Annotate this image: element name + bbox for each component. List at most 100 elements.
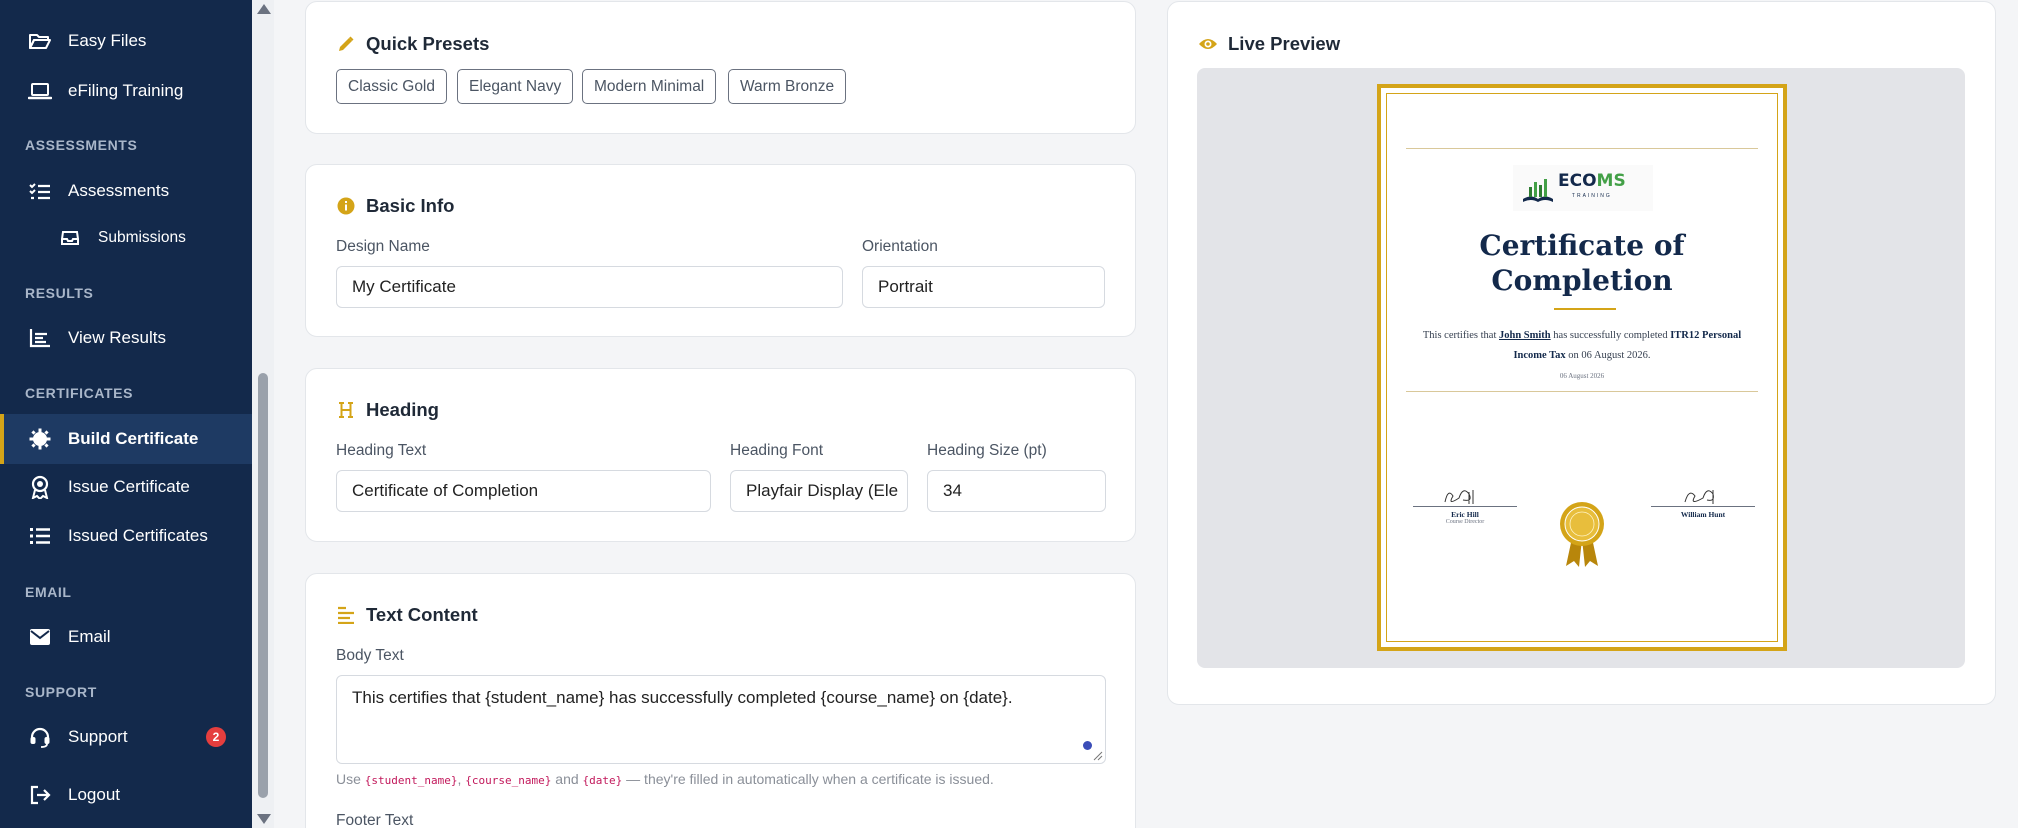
signature-left: Eric Hill Course Director [1413, 486, 1517, 525]
resize-handle-icon[interactable] [1093, 751, 1103, 761]
logo-text-secondary: MS [1596, 170, 1626, 191]
section-label-certificates: CERTIFICATES [25, 385, 134, 401]
sidebar-item-support[interactable]: Support 2 [0, 713, 252, 761]
card-title-text: Basic Info [366, 195, 455, 216]
basic-info-card: Basic Info Design Name My Certificate Or… [305, 164, 1136, 337]
sidebar-item-label: Issue Certificate [68, 477, 190, 496]
info-icon [336, 196, 356, 216]
section-label-support: SUPPORT [25, 684, 97, 700]
heading-size-label: Heading Size (pt) [927, 442, 1047, 459]
laptop-icon [28, 79, 52, 103]
card-heading: Live Preview [1198, 33, 1340, 55]
heading-font-label: Heading Font [730, 442, 824, 459]
signature-role: Course Director [1445, 519, 1485, 525]
sidebar-item-label: eFiling Training [68, 81, 184, 100]
scrollbar-thumb[interactable] [258, 373, 268, 798]
sidebar-item-label: Email [68, 627, 111, 646]
heading-font-select[interactable]: Playfair Display (Ele [730, 470, 908, 512]
preset-warm-bronze-button[interactable]: Warm Bronze [728, 69, 847, 104]
card-heading: Quick Presets [336, 33, 489, 55]
preset-classic-gold-button[interactable]: Classic Gold [336, 69, 447, 104]
scroll-up-arrow-icon[interactable] [257, 4, 271, 14]
card-heading: Text Content [336, 604, 478, 626]
sidebar-item-submissions[interactable]: Submissions [0, 214, 252, 262]
body-text-help: Use {student_name}, {course_name} and {d… [336, 771, 994, 787]
sidebar-item-label: Build Certificate [68, 429, 199, 448]
section-label-assessments: ASSESSMENTS [25, 137, 138, 153]
sidebar-item-label: Easy Files [68, 31, 147, 50]
sidebar-item-label: View Results [68, 328, 166, 347]
certificate-title: Certificate of Completion [1381, 228, 1783, 298]
signature-name: William Hunt [1680, 510, 1726, 519]
help-and: and [555, 771, 579, 787]
list-check-icon [28, 179, 52, 203]
certificate-title-line2: Completion [1491, 264, 1673, 297]
certificate-date: 06 August 2026 [1559, 372, 1605, 380]
bar-chart-icon [28, 326, 52, 350]
award-icon [28, 475, 52, 499]
footer-text-label: Footer Text [336, 812, 414, 828]
body-text-value: This certifies that {student_name} has s… [352, 688, 1013, 707]
sidebar-item-efiling-training[interactable]: eFiling Training [0, 67, 252, 115]
design-name-input[interactable]: My Certificate [336, 266, 843, 308]
certificate-title-line1: Certificate of [1479, 229, 1685, 262]
preset-elegant-navy-button[interactable]: Elegant Navy [457, 69, 574, 104]
pencil-icon [336, 34, 356, 54]
sidebar: Easy Files eFiling Training ASSESSMENTS … [0, 0, 252, 828]
notification-badge: 2 [206, 727, 226, 747]
logout-icon [28, 783, 52, 807]
orientation-select[interactable]: Portrait [862, 266, 1105, 308]
sidebar-item-view-results[interactable]: View Results [0, 314, 252, 362]
quick-presets-card: Quick Presets Classic Gold Elegant Navy … [305, 1, 1136, 134]
section-label-results: RESULTS [25, 285, 94, 301]
certificate-body: This certifies that John Smith has succe… [1411, 326, 1753, 366]
token-date: {date} [582, 774, 623, 787]
card-title-text: Heading [366, 399, 439, 420]
help-separator: , [457, 771, 462, 787]
top-rule [1406, 148, 1758, 149]
sidebar-item-label: Issued Certificates [68, 526, 208, 545]
sidebar-item-assessments[interactable]: Assessments [0, 167, 252, 215]
sidebar-item-easy-files[interactable]: Easy Files [0, 17, 252, 65]
preset-modern-minimal-button[interactable]: Modern Minimal [582, 69, 717, 104]
help-prefix: Use [336, 771, 361, 787]
body-text-label: Body Text [336, 647, 404, 664]
signature-scribble-icon [1444, 490, 1474, 504]
signature-name: Eric Hill [1451, 510, 1479, 519]
sidebar-item-label: Assessments [68, 181, 170, 200]
bottom-rule [1406, 391, 1758, 392]
heading-icon [336, 400, 356, 420]
body-pre: This certifies that [1422, 330, 1497, 341]
body-text-textarea[interactable]: This certifies that {student_name} has s… [336, 675, 1106, 764]
sidebar-scrollbar[interactable] [252, 0, 274, 828]
sidebar-item-issue-certificate[interactable]: Issue Certificate [0, 463, 252, 511]
token-student-name: {student_name} [364, 774, 458, 787]
heading-text-label: Heading Text [336, 442, 427, 459]
card-heading: Heading [336, 399, 439, 421]
card-title-text: Text Content [366, 604, 478, 625]
logo-book-icon [1523, 179, 1553, 202]
envelope-icon [28, 625, 52, 649]
card-heading: Basic Info [336, 195, 454, 217]
course-code: ITR12 [1670, 330, 1700, 341]
sidebar-item-issued-certificates[interactable]: Issued Certificates [0, 512, 252, 560]
certificate-preview: ECOMS TRAINING Certificate of Completion… [1377, 84, 1787, 651]
text-content-card: Text Content Body Text This certifies th… [305, 573, 1136, 828]
sidebar-item-email[interactable]: Email [0, 613, 252, 661]
body-post: on 06 August 2026. [1568, 350, 1651, 361]
scroll-down-arrow-icon[interactable] [257, 814, 271, 824]
logo: ECOMS TRAINING [1513, 165, 1653, 211]
sidebar-item-logout[interactable]: Logout [0, 771, 252, 819]
signature-scribble-icon [1684, 490, 1714, 504]
align-left-icon [336, 605, 356, 625]
gold-seal-icon [1560, 502, 1604, 567]
orientation-label: Orientation [862, 238, 938, 255]
sidebar-item-build-certificate[interactable]: Build Certificate [0, 414, 252, 464]
token-course-name: {course_name} [465, 774, 552, 787]
heading-text-input[interactable]: Certificate of Completion [336, 470, 711, 512]
heading-size-input[interactable]: 34 [927, 470, 1106, 512]
title-underline [1554, 308, 1616, 310]
student-name: John Smith [1499, 330, 1551, 341]
sidebar-item-label: Support [68, 727, 128, 746]
folder-open-icon [28, 29, 52, 53]
